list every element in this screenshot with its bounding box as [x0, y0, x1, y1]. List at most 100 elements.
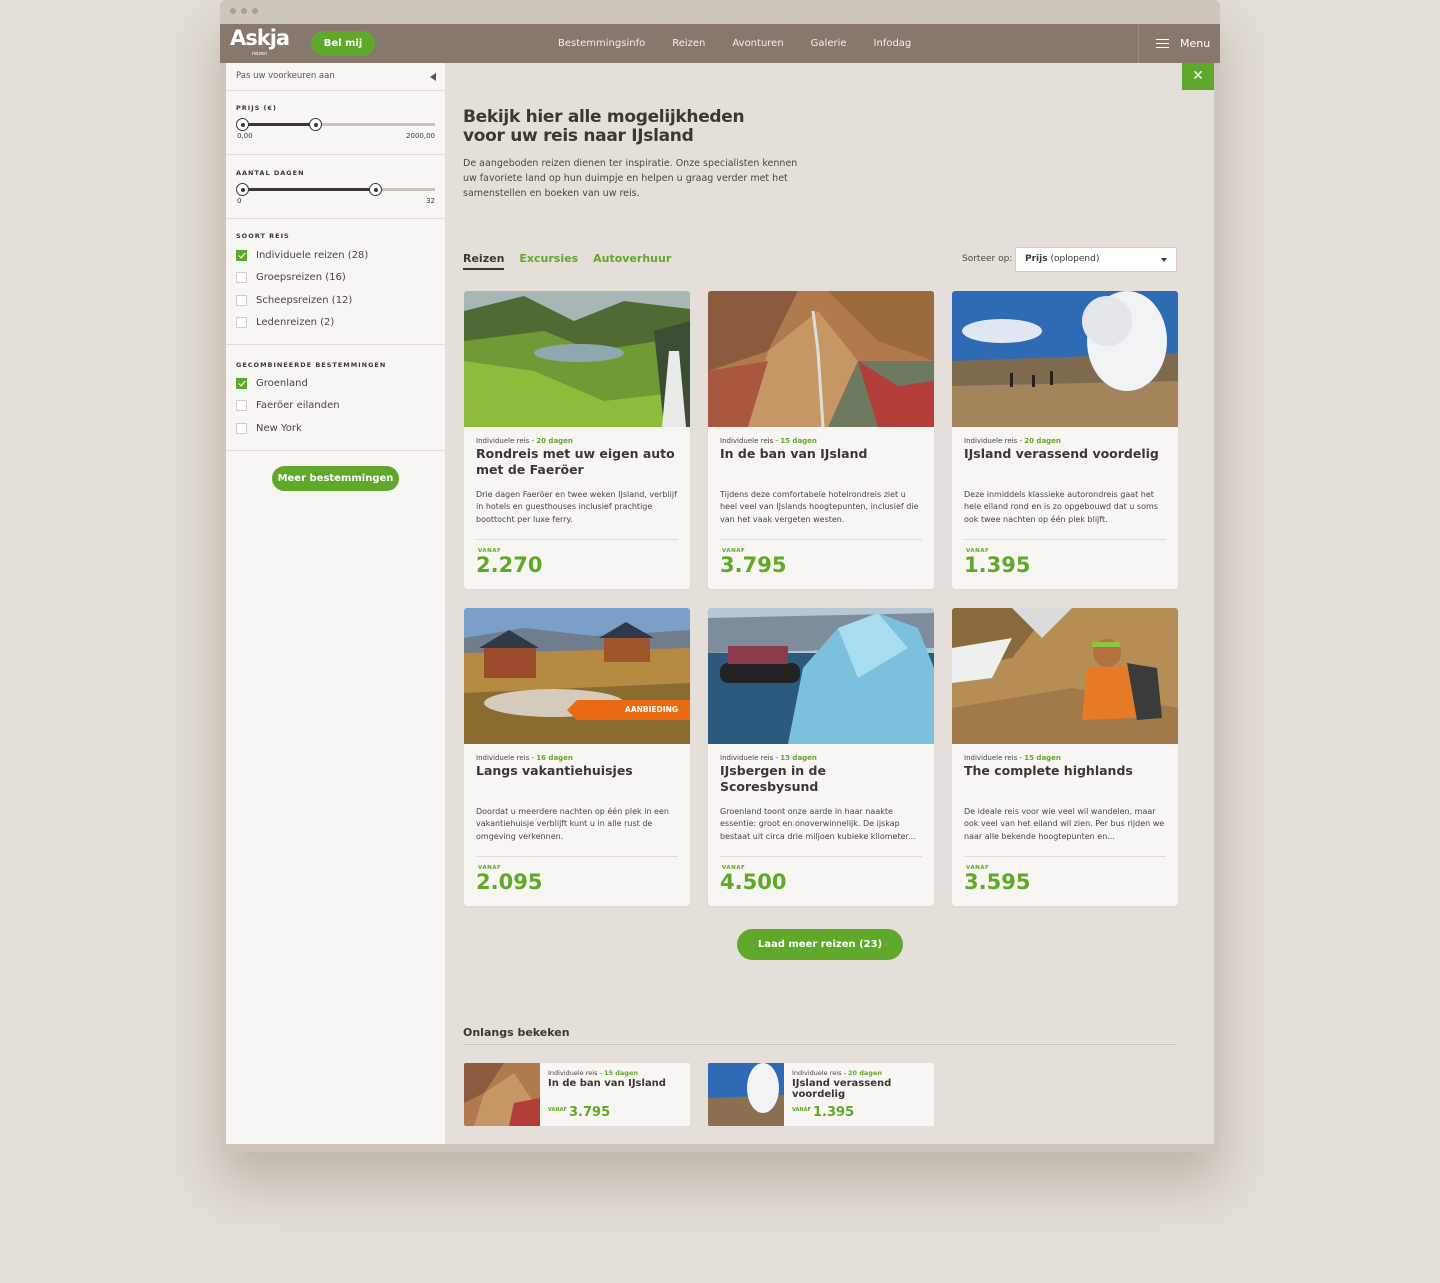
askja-logo[interactable]: Askja reizen: [230, 26, 290, 57]
trip-type-title: SOORT REIS: [236, 232, 290, 240]
checkbox-icon[interactable]: [236, 400, 247, 412]
trip-description: Deze inmiddels klassieke autorondreis ga…: [964, 490, 1158, 524]
close-icon[interactable]: ✕: [1182, 63, 1214, 90]
divider: [720, 539, 922, 540]
price-slider[interactable]: [236, 118, 435, 131]
checkbox-label: Groenland: [256, 377, 308, 389]
checkbox-individuele-reizen[interactable]: Individuele reizen (28): [236, 244, 435, 267]
recently-viewed-title: Onlangs bekeken: [463, 1026, 570, 1039]
nav-infodag[interactable]: Infodag: [874, 24, 912, 63]
checkbox-new-york[interactable]: New York: [236, 417, 435, 440]
price-min-handle[interactable]: [236, 118, 249, 131]
sort-label: Sorteer op:: [962, 254, 1013, 264]
tab-excursies[interactable]: Excursies: [519, 252, 578, 270]
checkbox-scheepsreizen[interactable]: Scheepsreizen (12): [236, 289, 435, 312]
trip-image-faroe-fjord: [464, 291, 690, 427]
checkbox-checked-icon[interactable]: [236, 377, 247, 389]
sort-value-bold: Prijs: [1025, 254, 1048, 264]
trip-meta: Individuele reis - 16 dagen: [476, 754, 573, 762]
trip-image-rhyolite-mountains: [708, 291, 934, 427]
checkbox-icon[interactable]: [236, 272, 247, 284]
divider: [476, 856, 678, 857]
recent-trip-meta: Individuele reis - 20 dagen: [792, 1069, 882, 1077]
recent-trip-title[interactable]: IJsland verassend voordelig: [792, 1078, 922, 1100]
nav-bestemmingsinfo[interactable]: Bestemmingsinfo: [558, 24, 645, 63]
trip-card[interactable]: Individuele reis - 20 dagen Rondreis met…: [464, 291, 690, 589]
recent-trip-price: 3.795: [569, 1105, 611, 1120]
trip-title[interactable]: Langs vakantiehuisjes: [476, 763, 681, 779]
trip-meta: Individuele reis - 15 dagen: [720, 437, 817, 445]
trip-image-geyser: [952, 291, 1178, 427]
checkbox-label: Scheepsreizen (12): [256, 294, 353, 306]
days-max-handle[interactable]: [369, 183, 382, 196]
recent-trip-card[interactable]: Individuele reis - 20 dagen IJsland vera…: [708, 1063, 934, 1126]
days-min-handle[interactable]: [236, 183, 249, 196]
checkbox-icon[interactable]: [236, 317, 247, 329]
trip-card[interactable]: AANBIEDING Individuele reis - 16 dagen L…: [464, 608, 690, 906]
tab-autoverhuur[interactable]: Autoverhuur: [593, 252, 671, 270]
nav-reizen[interactable]: Reizen: [672, 24, 705, 63]
offer-badge: AANBIEDING: [567, 700, 690, 720]
price-max-handle[interactable]: [309, 118, 322, 131]
trip-price: 2.270: [476, 553, 543, 577]
trip-price: 2.095: [476, 870, 543, 894]
hamburger-icon: [1156, 39, 1169, 48]
price-from-label: VANAF: [548, 1107, 567, 1113]
sidebar-toggle-label: Pas uw voorkeuren aan: [236, 71, 335, 81]
category-tabs: Reizen Excursies Autoverhuur: [463, 252, 686, 270]
destinations-title: GECOMBINEERDE BESTEMMINGEN: [236, 361, 387, 369]
price-max-label: 2000,00: [406, 132, 435, 140]
trip-title[interactable]: The complete highlands: [964, 763, 1169, 779]
checkbox-icon[interactable]: [236, 422, 247, 434]
trip-price: 3.595: [964, 870, 1031, 894]
price-slider-fill: [242, 123, 315, 126]
checkbox-icon[interactable]: [236, 294, 247, 306]
menu-label: Menu: [1180, 37, 1211, 50]
recent-trip-price: 1.395: [813, 1105, 855, 1120]
more-destinations-button[interactable]: Meer bestemmingen: [272, 466, 399, 491]
sort-value: (oplopend): [1050, 254, 1100, 264]
days-slider[interactable]: [236, 183, 435, 196]
checkbox-groepsreizen[interactable]: Groepsreizen (16): [236, 267, 435, 290]
page-intro: De aangeboden reizen dienen ter inspirat…: [463, 158, 798, 199]
trip-type-filter: SOORT REIS Individuele reizen (28) Groep…: [226, 219, 445, 345]
trip-card[interactable]: Individuele reis - 20 dagen IJsland vera…: [952, 291, 1178, 589]
checkbox-label: New York: [256, 422, 302, 434]
nav-avonturen[interactable]: Avonturen: [732, 24, 783, 63]
checkbox-label: Groepsreizen (16): [256, 272, 346, 284]
destinations-filter: GECOMBINEERDE BESTEMMINGEN Groenland Fae…: [226, 345, 445, 451]
checkbox-ledenreizen[interactable]: Ledenreizen (2): [236, 312, 435, 335]
days-filter: AANTAL DAGEN 0 32: [226, 155, 445, 219]
recent-trip-card[interactable]: Individuele reis - 15 dagen In de ban va…: [464, 1063, 690, 1126]
recent-trip-thumbnail: [464, 1063, 540, 1126]
checkbox-checked-icon[interactable]: [236, 249, 247, 261]
trip-title[interactable]: Rondreis met uw eigen auto met de Faeröe…: [476, 446, 681, 478]
trip-card[interactable]: Individuele reis - 15 dagen In de ban va…: [708, 291, 934, 589]
trip-description: Groenland toont onze aarde in haar naakt…: [720, 807, 916, 841]
checkbox-label: Ledenreizen (2): [256, 317, 335, 329]
sidebar-toggle[interactable]: Pas uw voorkeuren aan: [226, 63, 445, 91]
checkbox-groenland[interactable]: Groenland: [236, 372, 435, 395]
trip-description: Doordat u meerdere nachten op één plek i…: [476, 807, 669, 841]
recent-trip-title[interactable]: In de ban van IJsland: [548, 1078, 678, 1089]
trip-price: 3.795: [720, 553, 787, 577]
trip-image-iceberg: [708, 608, 934, 744]
menu-button[interactable]: Menu: [1138, 24, 1220, 63]
trip-card[interactable]: Individuele reis - 13 dagen IJsbergen in…: [708, 608, 934, 906]
trip-title[interactable]: In de ban van IJsland: [720, 446, 925, 462]
sort-select[interactable]: Prijs (oplopend): [1015, 247, 1177, 272]
trip-meta: Individuele reis - 20 dagen: [476, 437, 573, 445]
load-more-button[interactable]: Laad meer reizen (23): [737, 929, 903, 960]
main-nav: Bestemmingsinfo Reizen Avonturen Galerie…: [558, 24, 938, 63]
checkbox-faeroer[interactable]: Faeröer eilanden: [236, 395, 435, 418]
collapse-arrow-icon[interactable]: [430, 73, 436, 81]
trip-title[interactable]: IJsland verassend voordelig: [964, 446, 1169, 462]
trip-card[interactable]: Individuele reis - 15 dagen The complete…: [952, 608, 1178, 906]
tab-reizen[interactable]: Reizen: [463, 252, 505, 270]
trip-title[interactable]: IJsbergen in de Scoresbysund: [720, 763, 925, 795]
call-me-button[interactable]: Bel mij: [311, 31, 375, 56]
nav-galerie[interactable]: Galerie: [811, 24, 847, 63]
price-from-label: VANAF: [792, 1107, 811, 1113]
divider: [964, 539, 1166, 540]
trip-price: 1.395: [964, 553, 1031, 577]
